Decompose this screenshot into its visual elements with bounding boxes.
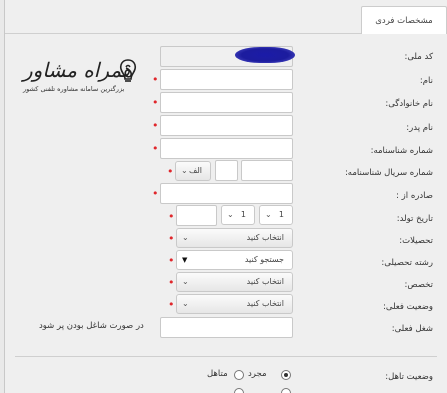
serial-number-input[interactable]	[241, 160, 293, 181]
family-input[interactable]	[160, 92, 293, 113]
required-marker: •	[168, 254, 175, 267]
tab-personal-info[interactable]: مشخصات فردی	[361, 6, 447, 34]
birth-day-select[interactable]: 1 ⌄	[259, 205, 293, 225]
label-id-number: شماره شناسنامه:	[370, 146, 433, 156]
required-marker: •	[168, 232, 175, 245]
radio-married[interactable]	[234, 370, 244, 380]
required-marker: •	[167, 165, 174, 178]
required-marker: •	[168, 298, 175, 311]
serial-letter-value: الف	[189, 166, 202, 175]
masked-national-code	[235, 47, 295, 63]
specialty-value: انتخاب کنید	[246, 277, 284, 286]
section-divider	[15, 356, 437, 357]
label-education: تحصیلات:	[399, 236, 433, 246]
label-father: نام پدر:	[406, 123, 433, 133]
required-marker: •	[152, 187, 159, 200]
radio-single-label: مجرد	[248, 369, 267, 379]
chevron-down-icon: ⌄	[182, 277, 189, 286]
label-id-serial: شماره سریال شناسنامه:	[344, 168, 433, 178]
chevron-down-icon: ⌄	[227, 210, 234, 219]
label-family: نام خانوادگی:	[385, 99, 433, 109]
radio-married-label: متاهل	[207, 369, 228, 379]
required-marker: •	[152, 142, 159, 155]
issued-from-input[interactable]	[160, 183, 293, 204]
birth-year-input[interactable]	[176, 205, 217, 226]
name-input[interactable]	[160, 69, 293, 90]
radio-extra-2[interactable]	[234, 388, 244, 393]
major-search-select[interactable]: جستجو کنید ▼	[176, 250, 293, 270]
status-select[interactable]: انتخاب کنید ⌄	[176, 294, 293, 314]
required-marker: •	[152, 119, 159, 132]
label-issued: صادره از :	[396, 191, 433, 201]
tab-divider	[5, 33, 361, 34]
required-marker: •	[152, 73, 159, 86]
education-select[interactable]: انتخاب کنید ⌄	[176, 228, 293, 248]
label-code-meli: کد ملی:	[404, 52, 433, 62]
id-number-input[interactable]	[160, 138, 293, 159]
label-job: شغل فعلی:	[391, 324, 433, 334]
logo: همراه مشاور بزرگترین سامانه مشاوره تلفنی…	[17, 58, 147, 102]
chevron-down-icon: ⌄	[265, 210, 272, 219]
required-marker: •	[152, 96, 159, 109]
caret-down-icon: ▼	[182, 256, 188, 264]
status-value: انتخاب کنید	[246, 299, 284, 308]
label-specialty: تخصص:	[404, 280, 433, 290]
education-value: انتخاب کنید	[246, 233, 284, 242]
label-name: نام:	[419, 76, 433, 86]
serial-letter-select[interactable]: الف ⌄	[175, 161, 211, 181]
label-status: وضعیت فعلی:	[383, 302, 433, 312]
father-input[interactable]	[160, 115, 293, 136]
form-page: مشخصات فردی همراه مشاور بزرگترین سامانه …	[4, 0, 447, 393]
job-input[interactable]	[160, 317, 293, 338]
birth-month-value: 1	[240, 210, 246, 219]
chevron-down-icon: ⌄	[181, 166, 188, 175]
birth-month-select[interactable]: 1 ⌄	[221, 205, 255, 225]
chevron-down-icon: ⌄	[182, 299, 189, 308]
radio-extra[interactable]	[281, 388, 291, 393]
required-marker: •	[168, 276, 175, 289]
job-note: در صورت شاغل بودن پر شود	[39, 321, 144, 331]
birth-day-value: 1	[278, 210, 284, 219]
serial-part-input[interactable]	[215, 160, 238, 181]
chevron-down-icon: ⌄	[182, 233, 189, 242]
logo-subtitle: بزرگترین سامانه مشاوره تلفنی کشور	[23, 85, 125, 93]
specialty-select[interactable]: انتخاب کنید ⌄	[176, 272, 293, 292]
logo-mark-icon	[119, 59, 137, 82]
label-marital: وضعیت تاهل:	[385, 372, 433, 382]
major-value: جستجو کنید	[244, 255, 284, 264]
label-birth-date: تاریخ تولد:	[396, 214, 433, 224]
radio-single[interactable]	[281, 370, 291, 380]
label-major: رشته تحصیلی:	[381, 258, 433, 268]
required-marker: •	[168, 210, 175, 223]
